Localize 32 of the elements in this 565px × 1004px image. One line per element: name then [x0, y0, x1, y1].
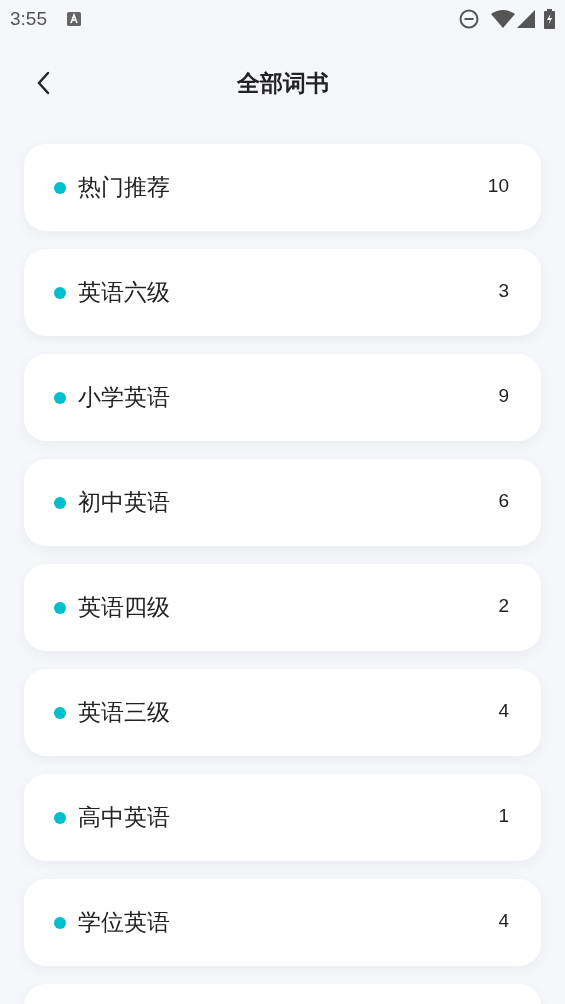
wifi-icon: [491, 10, 515, 28]
book-count: 3: [498, 278, 509, 303]
category-name: 小学英语: [78, 383, 171, 413]
status-time: 3:55: [10, 6, 47, 31]
category-card[interactable]: 初中英语 6: [24, 459, 541, 546]
category-name: 热门推荐: [78, 173, 171, 203]
battery-icon: [544, 9, 555, 29]
book-count: 4: [498, 908, 509, 933]
book-count: 1: [498, 803, 509, 828]
book-count: 4: [498, 698, 509, 723]
category-card[interactable]: 高中英语 1: [24, 774, 541, 861]
book-count: 10: [487, 173, 509, 198]
category-card[interactable]: 学位英语 4: [24, 879, 541, 966]
book-count: 9: [498, 383, 509, 408]
book-count: 6: [498, 488, 509, 513]
do-not-disturb-icon: [459, 9, 479, 29]
category-card[interactable]: 热门推荐 10: [24, 144, 541, 231]
keyboard-notification-icon: [67, 12, 81, 26]
category-card[interactable]: 英语三级 4: [24, 669, 541, 756]
page-title: 全部词书: [236, 68, 329, 98]
book-count: 2: [498, 593, 509, 618]
category-card[interactable]: 英语四级 2: [24, 564, 541, 651]
category-card[interactable]: 小学英语 9: [24, 354, 541, 441]
category-name: 英语四级: [78, 593, 171, 623]
category-name: 高中英语: [78, 803, 171, 833]
signal-icon: [517, 10, 535, 28]
category-name: 英语六级: [78, 278, 171, 308]
category-card[interactable]: 英语六级 3: [24, 249, 541, 336]
category-name: 初中英语: [78, 488, 171, 518]
category-name: 学位英语: [78, 908, 171, 938]
category-name: 英语三级: [78, 698, 171, 728]
back-icon: [36, 71, 50, 95]
